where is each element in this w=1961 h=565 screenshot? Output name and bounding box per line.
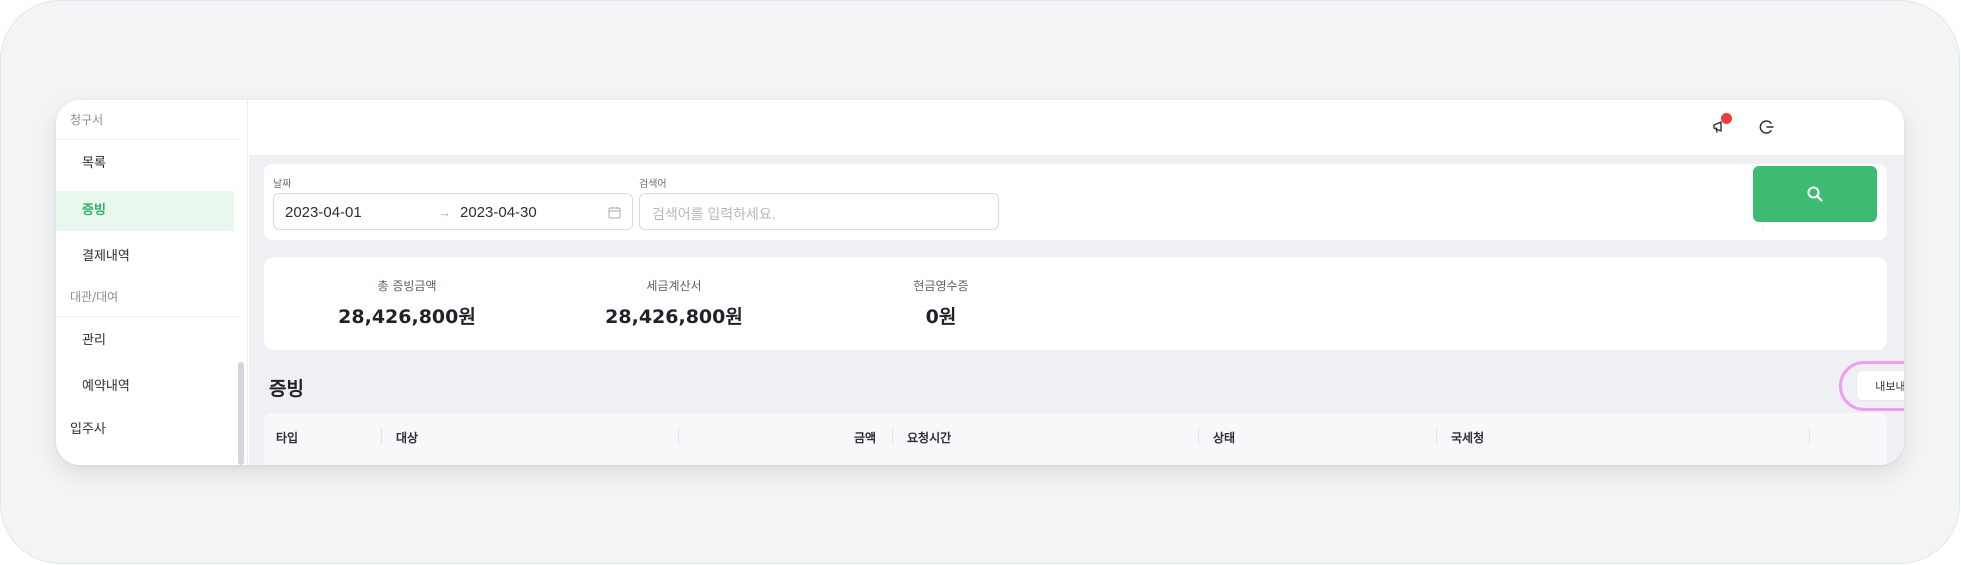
sidebar-item-payments[interactable]: 결제내역	[56, 237, 234, 277]
search-button[interactable]	[1753, 166, 1877, 222]
column-separator	[381, 427, 382, 445]
search-input[interactable]: 검색어를 입력하세요.	[639, 193, 999, 230]
stat-cash-receipt-value: 0원	[925, 306, 957, 328]
sidebar-item-tenants[interactable]: 입주사	[56, 412, 238, 448]
column-request-time[interactable]: 요청시간	[907, 429, 951, 446]
date-range-picker[interactable]: 2023-04-01 → 2023-04-30	[273, 193, 633, 230]
sidebar: 청구서 목록 증빙 결제내역 대관/대여 관리 예약내역 입주사	[56, 100, 248, 465]
sidebar-item-manage[interactable]: 관리	[56, 321, 234, 361]
column-separator	[1198, 427, 1199, 445]
search-label: 검색어	[639, 179, 667, 190]
date-range-arrow: →	[438, 205, 451, 220]
stat-total-label: 총 증빙금액	[377, 279, 437, 293]
stat-tax-invoice-value: 28,426,800원	[605, 306, 743, 328]
stat-tax-invoice-label: 세금계산서	[646, 279, 702, 293]
summary-panel: 총 증빙금액 28,426,800원 세금계산서 28,426,800원 현금영…	[264, 257, 1887, 350]
column-amount[interactable]: 금액	[854, 429, 876, 446]
column-separator	[1809, 427, 1810, 445]
column-separator	[678, 427, 679, 445]
stat-total-value: 28,426,800원	[338, 306, 476, 328]
sidebar-scrollbar[interactable]	[238, 362, 244, 465]
table-header: 타입 대상 금액 요청시간 상태 국세청	[264, 413, 1887, 465]
stat-tax-invoice: 세금계산서 28,426,800원	[574, 277, 774, 329]
notification-badge	[1721, 113, 1732, 124]
sidebar-item-reservations[interactable]: 예약내역	[56, 367, 234, 407]
stat-cash-receipt-label: 현금영수증	[913, 279, 969, 293]
notification-button[interactable]	[1709, 113, 1732, 138]
stat-cash-receipt: 현금영수증 0원	[841, 277, 1041, 329]
column-separator	[1436, 427, 1437, 445]
sidebar-item-evidence[interactable]: 증빙	[56, 191, 234, 231]
column-separator	[892, 427, 893, 445]
stat-total: 총 증빙금액 28,426,800원	[307, 277, 507, 329]
search-icon	[1807, 186, 1823, 202]
export-button[interactable]: 내보내기	[1857, 371, 1904, 400]
logout-icon	[1759, 120, 1774, 134]
section-title: 증빙	[269, 378, 304, 400]
column-nts[interactable]: 국세청	[1451, 429, 1484, 446]
main-content: 날짜 2023-04-01 → 2023-04-30 검색어 검색어를 입력하세…	[249, 156, 1904, 465]
column-status[interactable]: 상태	[1213, 429, 1235, 446]
sidebar-section-rental: 대관/대여	[56, 277, 238, 317]
column-type[interactable]: 타입	[276, 429, 298, 446]
date-start[interactable]: 2023-04-01	[285, 204, 362, 221]
logout-button[interactable]	[1756, 116, 1778, 138]
column-target[interactable]: 대상	[396, 429, 418, 446]
calendar-icon	[608, 207, 621, 219]
sidebar-section-invoice: 청구서	[56, 100, 238, 140]
filter-panel: 날짜 2023-04-01 → 2023-04-30 검색어 검색어를 입력하세…	[264, 164, 1887, 240]
date-end[interactable]: 2023-04-30	[460, 204, 537, 221]
app-window: 청구서 목록 증빙 결제내역 대관/대여 관리 예약내역 입주사 날짜 2023…	[56, 100, 1904, 465]
sidebar-item-list[interactable]: 목록	[56, 144, 234, 184]
top-bar	[249, 100, 1904, 156]
date-label: 날짜	[273, 179, 292, 190]
